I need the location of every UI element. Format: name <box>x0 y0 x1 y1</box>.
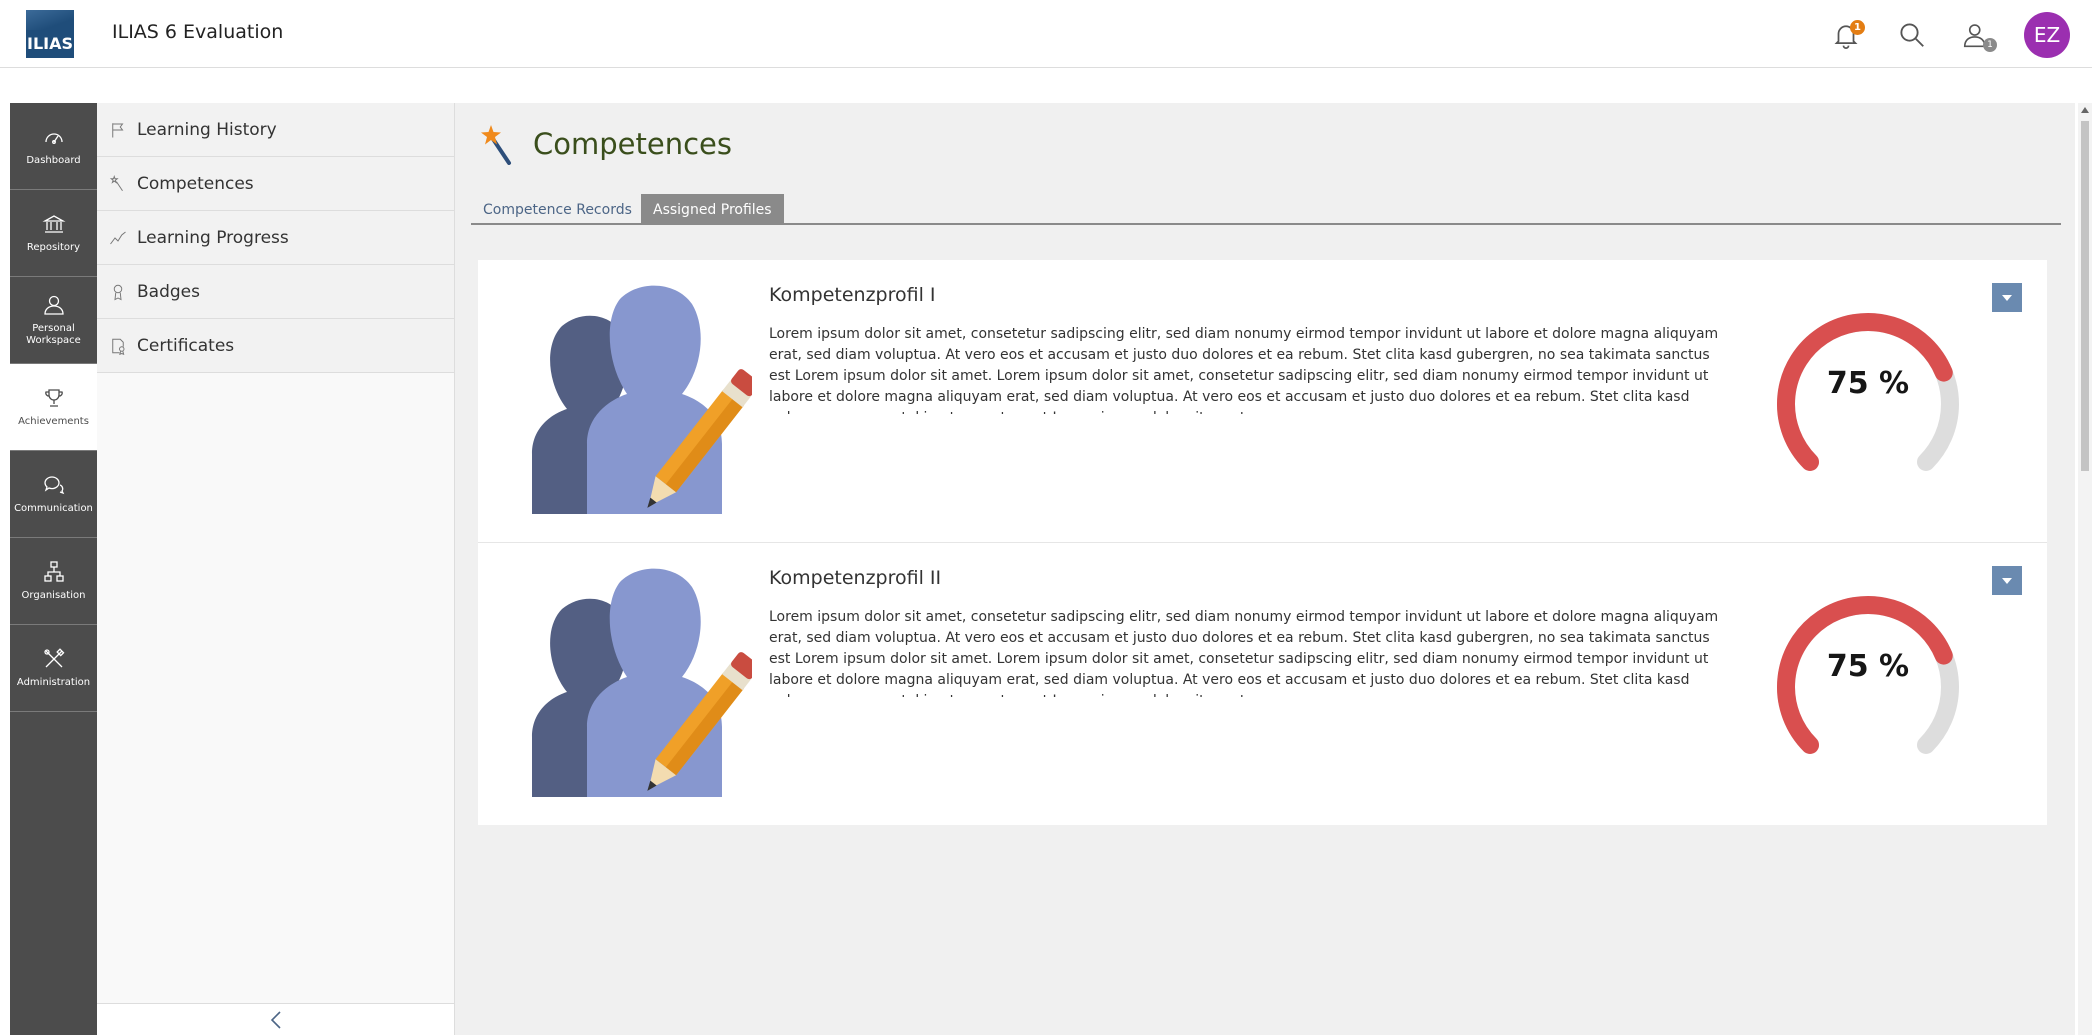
profile-title[interactable]: Kompetenzprofil I <box>769 284 936 306</box>
gauge-value: 75 % <box>1826 649 1910 684</box>
page-title: Competences <box>533 127 732 161</box>
mainbar-label: Administration <box>16 677 91 688</box>
flag-icon <box>112 122 124 137</box>
header: ILIAS ILIAS 6 Evaluation 1 1 EZ <box>0 0 2092 68</box>
profile-actions-dropdown[interactable] <box>1992 566 2022 595</box>
mainbar-item-personal-workspace[interactable]: Personal Workspace <box>10 277 97 364</box>
online-users-button[interactable]: 1 <box>1953 12 1999 58</box>
profile-card: Kompetenzprofil I Lorem ipsum dolor sit … <box>478 260 2047 543</box>
mainbar-label: Personal Workspace <box>26 323 81 346</box>
progress-gauge: 75 % <box>1758 591 1978 771</box>
slate-item-learning-progress[interactable]: Learning Progress <box>97 211 454 265</box>
tab-bar: Competence Records Assigned Profiles <box>471 191 2061 225</box>
profile-title[interactable]: Kompetenzprofil II <box>769 567 941 589</box>
dashboard-icon <box>44 133 63 144</box>
caret-down-icon <box>2002 294 2012 301</box>
profile-users-image <box>532 568 752 797</box>
slate-item-label: Learning History <box>137 119 277 140</box>
profile-users-image <box>532 285 752 514</box>
communication-icon <box>43 476 64 495</box>
mainbar-label: Repository <box>26 242 81 253</box>
tab-competence-records[interactable]: Competence Records <box>471 194 644 225</box>
wand-icon <box>109 174 123 191</box>
ilias-logo[interactable]: ILIAS <box>26 10 74 58</box>
online-users-badge: 1 <box>1983 38 1997 52</box>
notification-badge: 1 <box>1850 20 1865 35</box>
mainbar-item-organisation[interactable]: Organisation <box>10 538 97 625</box>
mainbar-item-communication[interactable]: Communication <box>10 451 97 538</box>
page-scrollbar[interactable] <box>2078 103 2092 1035</box>
mainbar-item-administration[interactable]: Administration <box>10 625 97 712</box>
mainbar-label: Communication <box>14 503 93 514</box>
slate-item-badges[interactable]: Badges <box>97 265 454 319</box>
mainbar-item-dashboard[interactable]: Dashboard <box>10 103 97 190</box>
achievements-slate: Learning History Competences Learning Pr… <box>97 103 455 1035</box>
search-icon <box>1900 23 1924 47</box>
mainbar-label: Dashboard <box>26 155 81 166</box>
slate-item-label: Competences <box>137 173 254 194</box>
app-title: ILIAS 6 Evaluation <box>112 21 284 43</box>
personal-workspace-icon <box>43 295 64 315</box>
slate-item-label: Learning Progress <box>137 227 289 248</box>
organisation-icon <box>43 561 64 582</box>
page-header: Competences <box>481 123 732 165</box>
mainbar: Dashboard Repository Personal Workspace … <box>10 103 97 1035</box>
slate-item-competences[interactable]: Competences <box>97 157 454 211</box>
main-content: Competences Competence Records Assigned … <box>455 103 2075 1035</box>
chevron-left-icon <box>270 1010 281 1029</box>
chart-line-icon <box>110 231 126 244</box>
profile-description: Lorem ipsum dolor sit amet, consetetur s… <box>769 609 1719 697</box>
search-button[interactable] <box>1889 12 1935 58</box>
scroll-thumb[interactable] <box>2081 121 2089 471</box>
profile-card: Kompetenzprofil II Lorem ipsum dolor sit… <box>478 543 2047 825</box>
badge-icon <box>113 284 123 300</box>
notifications-button[interactable]: 1 <box>1823 12 1869 58</box>
trophy-icon <box>44 389 63 407</box>
scroll-up-arrow[interactable] <box>2081 107 2089 113</box>
caret-down-icon <box>2002 577 2012 584</box>
slate-item-label: Certificates <box>137 335 235 356</box>
avatar[interactable]: EZ <box>2024 12 2070 58</box>
slate-item-label: Badges <box>137 281 200 302</box>
slate-item-learning-history[interactable]: Learning History <box>97 103 454 157</box>
gauge-value: 75 % <box>1826 366 1910 401</box>
mainbar-label: Organisation <box>21 590 86 601</box>
slate-item-certificates[interactable]: Certificates <box>97 319 454 373</box>
mainbar-item-repository[interactable]: Repository <box>10 190 97 277</box>
profiles-panel: Kompetenzprofil I Lorem ipsum dolor sit … <box>478 260 2047 825</box>
collapse-slate-button[interactable] <box>97 1003 454 1035</box>
mainbar-item-achievements[interactable]: Achievements <box>10 364 97 451</box>
administration-icon <box>43 648 64 668</box>
profile-description: Lorem ipsum dolor sit amet, consetetur s… <box>769 326 1719 414</box>
logo-text: ILIAS <box>26 34 73 53</box>
tab-assigned-profiles[interactable]: Assigned Profiles <box>641 194 784 225</box>
competences-wand-icon <box>481 125 511 165</box>
profile-actions-dropdown[interactable] <box>1992 283 2022 312</box>
mainbar-label: Achievements <box>18 416 89 427</box>
repository-icon <box>41 215 66 233</box>
certificate-icon <box>112 338 125 355</box>
progress-gauge: 75 % <box>1758 308 1978 488</box>
